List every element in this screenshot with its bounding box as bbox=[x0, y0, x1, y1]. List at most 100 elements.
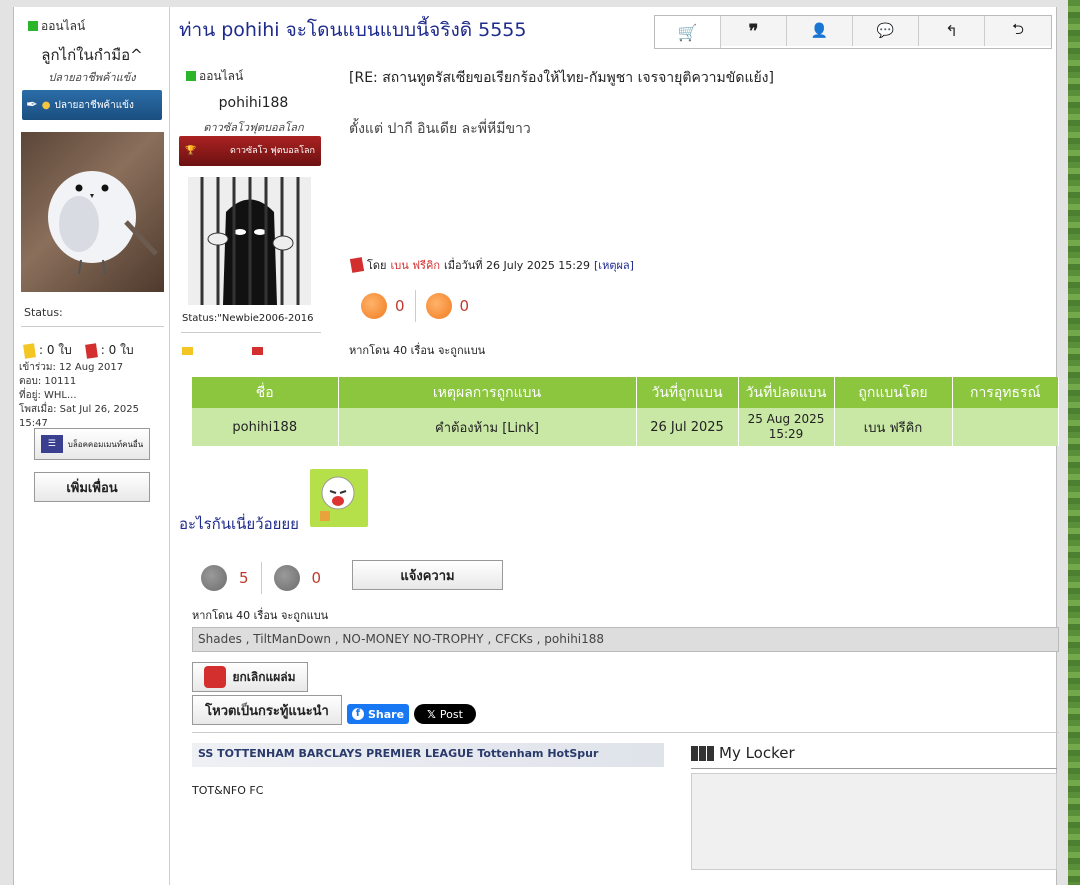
reply-text: อะไรกันเนี่ยว้อยยย bbox=[179, 515, 299, 533]
like-face-icon[interactable] bbox=[361, 293, 387, 319]
reply-icon: ↰ bbox=[945, 22, 958, 40]
background-grass bbox=[1068, 0, 1080, 885]
locker-icon bbox=[691, 745, 714, 761]
quoted-rank-badge: 🏆 ดาวซัลโว ฟุตบอลโลก bbox=[179, 136, 321, 166]
my-locker-box bbox=[691, 773, 1057, 870]
back-icon: ⮌ bbox=[1011, 19, 1024, 38]
card-counts: : 0 ใบ : 0 ใบ bbox=[23, 341, 134, 360]
poster-user-title: ปลายอาชีพค้าแข้ง bbox=[48, 71, 136, 84]
quoted-user-title: ดาวซัลโวฟุตบอลโลก bbox=[203, 121, 304, 134]
signature-banner: SS TOTTENHAM BARCLAYS PREMIER LEAGUE Tot… bbox=[192, 743, 664, 767]
red-card-icon bbox=[84, 342, 98, 359]
online-status: ออนไลน์ bbox=[28, 17, 85, 36]
poster-sidebar: ออนไลน์ ลูกไก่ในกำมือ^ ปลายอาชีพค้าแข้ง … bbox=[14, 7, 170, 885]
quoted-reactions: 0 0 bbox=[361, 290, 469, 322]
quoted-avatar[interactable] bbox=[188, 177, 311, 305]
post-title: ท่าน pohihi จะโดนแบนแบบนี้จริงดิ 5555 bbox=[179, 19, 527, 41]
post-main: ท่าน pohihi จะโดนแบนแบบนี้จริงดิ 5555 🛒 … bbox=[171, 7, 1059, 885]
poster-display-name[interactable]: ลูกไก่ในกำมือ^ bbox=[14, 43, 170, 67]
quoted-online-status: ออนไลน์ bbox=[186, 67, 243, 86]
ban-header-ban-date: วันที่ถูกแบน bbox=[636, 377, 739, 408]
dislike-face-icon[interactable] bbox=[273, 565, 300, 591]
reaction-divider bbox=[260, 562, 262, 594]
quoted-divider bbox=[181, 332, 321, 333]
like-face-icon[interactable] bbox=[201, 565, 227, 591]
red-card-icon bbox=[251, 347, 263, 355]
app-icon bbox=[204, 666, 227, 688]
toolbar-cart-button[interactable]: 🛒 bbox=[655, 16, 721, 48]
toolbar-profile-button[interactable]: 👤 bbox=[787, 16, 853, 46]
joined-date: เข้าร่วม: 12 Aug 2017 bbox=[19, 362, 124, 373]
bird-avatar-icon bbox=[48, 171, 158, 275]
toolbar-back-button[interactable]: ⮌ bbox=[985, 16, 1051, 46]
ban-header-reason: เหตุผลการถูกแบน bbox=[338, 377, 637, 408]
ban-header-unban-date: วันที่ปลดแบน bbox=[738, 377, 835, 408]
red-flag-icon bbox=[349, 257, 365, 273]
table-row: pohihi188 คำต้องห้าม [Link] 26 Jul 2025 … bbox=[192, 408, 1059, 446]
ban-cell-banned-by: เบน ฟรีคิก bbox=[834, 408, 953, 446]
block-comments-button[interactable]: ☰ บล็อคคอมเมนท์คนอื่น bbox=[34, 428, 150, 460]
quoted-ban-note: หากโดน 40 เรื่อน จะถูกแบน bbox=[349, 344, 486, 357]
locker-divider bbox=[691, 768, 1057, 769]
toolbar-quote-button[interactable]: ❞ bbox=[721, 16, 787, 46]
cart-icon: 🛒 bbox=[677, 22, 698, 42]
quoted-subject: [RE: สถานทูตรัสเซียขอเรียกร้องให้ไทย-กัม… bbox=[349, 70, 774, 86]
user-icon: 👤 bbox=[810, 23, 829, 39]
ban-header-name: ชื่อ bbox=[192, 377, 339, 408]
ban-header-appeal: การอุทธรณ์ bbox=[952, 377, 1059, 408]
add-friend-button[interactable]: เพิ่มเพื่อน bbox=[34, 472, 150, 502]
ban-reason-link[interactable]: [เหตุผล] bbox=[594, 256, 634, 274]
report-button[interactable]: แจ้งความ bbox=[352, 560, 503, 590]
ban-cell-reason[interactable]: คำต้องห้าม [Link] bbox=[338, 408, 637, 446]
pen-icon: ✒ bbox=[26, 97, 38, 113]
last-post-time: โพสเมื่อ: Sat Jul 26, 2025 15:47 bbox=[19, 404, 139, 429]
medal-icon: ● bbox=[41, 99, 51, 111]
poster-status-label: Status: bbox=[24, 306, 63, 319]
quoted-card-counts-clipped bbox=[182, 347, 322, 355]
like-count: 5 bbox=[239, 569, 249, 587]
post-toolbar: 🛒 ❞ 👤 💬 ↰ ⮌ bbox=[654, 15, 1052, 49]
likers-list: Shades , TiltManDown , NO-MONEY NO-TROPH… bbox=[192, 627, 1059, 652]
facebook-share-button[interactable]: f Share bbox=[347, 704, 409, 724]
quoted-message: ตั้งแต่ ปากี อินเดีย ละพี่หีมีขาว bbox=[349, 121, 531, 137]
reply-count: ตอบ: 10111 bbox=[19, 376, 77, 387]
ban-header-banned-by: ถูกแบนโดย bbox=[834, 377, 953, 408]
quoted-username[interactable]: pohihi188 bbox=[181, 95, 326, 111]
recommend-vote-button[interactable]: โหวตเป็นกระทู้แนะนำ bbox=[192, 695, 342, 725]
signature-text: TOT&NFO FC bbox=[192, 784, 264, 797]
reply-reactions: 5 0 bbox=[201, 562, 321, 594]
list-icon: ☰ bbox=[40, 435, 63, 453]
signature-divider bbox=[192, 732, 1059, 733]
toolbar-message-button[interactable]: 💬 bbox=[853, 16, 919, 46]
quoted-like-count: 0 bbox=[395, 297, 405, 315]
quoted-dislike-count: 0 bbox=[459, 297, 470, 315]
ban-by-link[interactable]: เบน ฟรีคิก bbox=[391, 256, 440, 274]
laughing-emoji-icon bbox=[310, 469, 368, 527]
poster-info: เข้าร่วม: 12 Aug 2017 ตอบ: 10111 ที่อยู่… bbox=[19, 361, 169, 431]
toolbar-reply-button[interactable]: ↰ bbox=[919, 16, 985, 46]
my-locker-header: My Locker bbox=[691, 744, 795, 762]
ban-note: หากโดน 40 เรื่อน จะถูกแบน bbox=[192, 609, 329, 622]
reaction-divider bbox=[414, 290, 416, 322]
jail-avatar-icon bbox=[200, 177, 300, 305]
poster-location: ที่อยู่: WHL... bbox=[19, 390, 77, 401]
online-icon bbox=[28, 21, 38, 31]
yellow-card-icon bbox=[23, 342, 36, 359]
quoted-status: Status:"Newbie2006-2016 bbox=[182, 313, 314, 324]
ban-info: โดย เบน ฟรีคิก เมื่อวันที่ 26 July 2025 … bbox=[349, 256, 634, 274]
rank-badge: ✒ ● ปลายอาชีพค้าแข้ง bbox=[22, 90, 162, 120]
x-logo-icon: 𝕏 bbox=[427, 707, 436, 721]
dislike-count: 0 bbox=[311, 569, 322, 587]
ban-cell-appeal bbox=[952, 408, 1059, 446]
x-post-button[interactable]: 𝕏 Post bbox=[414, 704, 476, 724]
trophy-icon: 🏆 bbox=[185, 146, 197, 156]
sidebar-divider bbox=[21, 326, 164, 327]
ban-cell-name: pohihi188 bbox=[192, 408, 339, 446]
yellow-card-icon bbox=[182, 347, 193, 355]
poster-avatar[interactable] bbox=[21, 132, 164, 292]
online-icon bbox=[186, 71, 196, 81]
dislike-face-icon[interactable] bbox=[425, 293, 452, 319]
facebook-icon: f bbox=[351, 708, 364, 720]
unhide-button[interactable]: ยกเลิกแผล่ม bbox=[192, 662, 308, 692]
post-frame: ออนไลน์ ลูกไก่ในกำมือ^ ปลายอาชีพค้าแข้ง … bbox=[13, 7, 1059, 885]
